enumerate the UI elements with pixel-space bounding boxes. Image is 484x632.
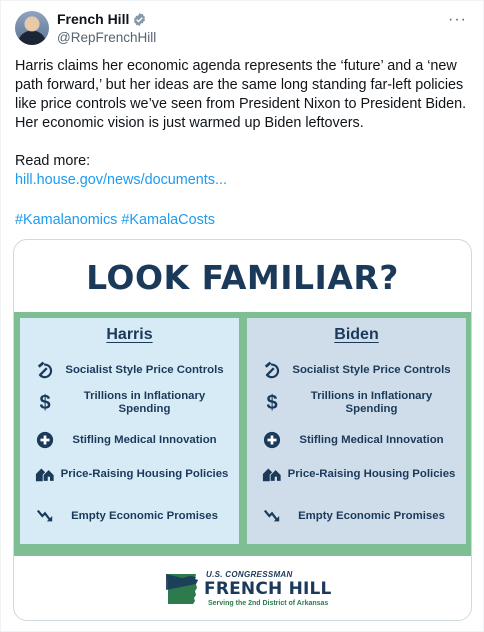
harris-column: Harris Socialist Style Price Controls $ … [20, 318, 239, 544]
post-text: Harris claims her economic agenda repres… [15, 57, 473, 190]
item-label: Stifling Medical Innovation [72, 433, 217, 446]
name-row: French Hill [57, 11, 156, 27]
item-label: Socialist Style Price Controls [292, 363, 451, 376]
congressman-logo: U.S. CONGRESSMAN FRENCH HILL Serving the… [14, 566, 471, 612]
more-options-icon[interactable]: ··· [448, 11, 467, 29]
verified-badge-icon [134, 12, 146, 26]
author-block: French Hill @RepFrenchHill [57, 11, 156, 45]
list-item: Stifling Medical Innovation [259, 428, 458, 452]
list-item: Socialist Style Price Controls [259, 358, 458, 382]
item-label: Trillions in Inflationary Spending [310, 390, 433, 415]
biden-column-title: Biden [334, 326, 379, 343]
item-label: Empty Economic Promises [71, 509, 218, 522]
logo-tagline: Serving the 2nd District of Arkansas [208, 600, 329, 607]
houses-icon [32, 462, 58, 486]
list-item: Price-Raising Housing Policies [259, 462, 458, 486]
item-label: Socialist Style Price Controls [65, 363, 224, 376]
list-item: $ Trillions in Inflationary Spending [259, 390, 458, 416]
item-label: Price-Raising Housing Policies [60, 467, 229, 480]
harris-column-title: Harris [106, 326, 153, 343]
list-item: Empty Economic Promises [32, 504, 231, 528]
downtrend-arrow-icon [32, 504, 58, 528]
item-label: Empty Economic Promises [298, 509, 445, 522]
graphic-headline: LOOK FAMILIAR? [86, 258, 399, 297]
list-item: Empty Economic Promises [259, 504, 458, 528]
logo-name: FRENCH HILL [204, 579, 332, 599]
item-label: Trillions in Inflationary Spending [83, 390, 206, 415]
hashtags: #Kamalanomics #KamalaCosts [15, 211, 215, 230]
list-item: Price-Raising Housing Policies [32, 462, 231, 486]
medical-cross-icon [259, 428, 285, 452]
logo-top-line: U.S. CONGRESSMAN [206, 570, 293, 579]
list-item: Socialist Style Price Controls [32, 358, 231, 382]
tweet: French Hill @RepFrenchHill ··· Harris cl… [0, 0, 484, 632]
biden-column: Biden Socialist Style Price Controls $ T… [247, 318, 466, 544]
downtrend-arrow-icon [259, 504, 285, 528]
comparison-board: Harris Socialist Style Price Controls $ … [14, 312, 471, 556]
hammer-sickle-icon [259, 358, 285, 382]
read-more-label: Read more: [15, 153, 91, 169]
houses-icon [259, 462, 285, 486]
hashtag-kamalanomics[interactable]: #Kamalanomics [15, 212, 117, 228]
list-item: Stifling Medical Innovation [32, 428, 231, 452]
dollar-icon: $ [266, 391, 278, 414]
dollar-icon: $ [39, 391, 51, 414]
post-body: Harris claims her economic agenda repres… [15, 58, 467, 131]
hashtag-kamalacosts[interactable]: #KamalaCosts [121, 212, 215, 228]
medical-cross-icon [32, 428, 58, 452]
author-handle[interactable]: @RepFrenchHill [57, 30, 156, 45]
list-item: $ Trillions in Inflationary Spending [32, 390, 231, 416]
article-link[interactable]: hill.house.gov/news/documents... [15, 171, 473, 190]
item-label: Stifling Medical Innovation [299, 433, 444, 446]
avatar[interactable] [15, 11, 49, 45]
post-image[interactable]: LOOK FAMILIAR? Harris Socialist Style Pr… [13, 239, 472, 621]
author-name[interactable]: French Hill [57, 11, 129, 27]
hammer-sickle-icon [32, 358, 58, 382]
item-label: Price-Raising Housing Policies [287, 467, 456, 480]
arkansas-state-icon [166, 574, 198, 604]
